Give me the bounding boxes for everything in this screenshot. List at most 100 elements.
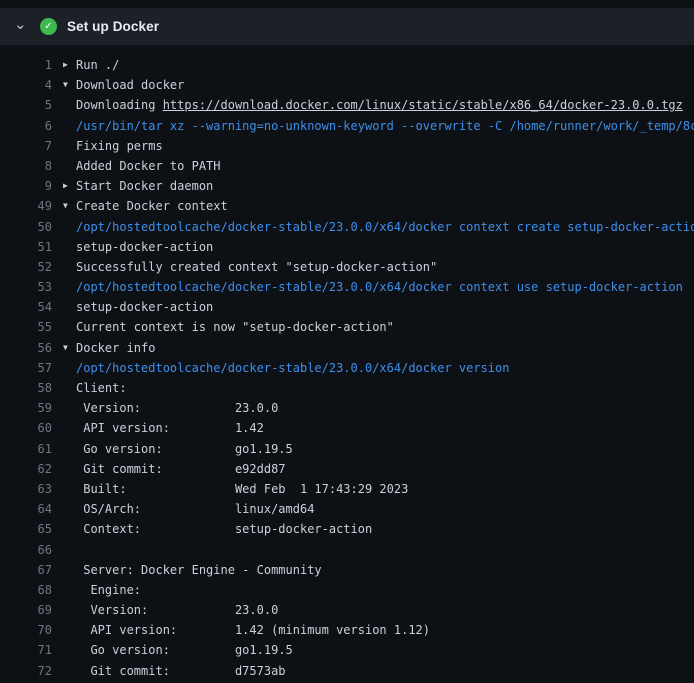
log-viewer: ⌄ ✓ Set up Docker 1▶Run ./4▼Download doc…: [0, 0, 694, 683]
line-number[interactable]: 59: [0, 398, 52, 418]
log-row: 65 Context: setup-docker-action: [0, 519, 694, 539]
arrow-spacer: [63, 661, 76, 681]
group-collapsed-icon[interactable]: ▶: [63, 176, 76, 196]
log-row: 55 Current context is now "setup-docker-a…: [0, 317, 694, 337]
log-text: Current context is now "setup-docker-act…: [76, 317, 694, 337]
log-text: Git commit: d7573ab: [76, 661, 694, 681]
group-expanded-icon[interactable]: ▼: [63, 196, 76, 216]
log-row: 54setup-docker-action: [0, 297, 694, 317]
group-title[interactable]: Create Docker context: [76, 196, 694, 216]
log-row: 68 Engine:: [0, 580, 694, 600]
check-icon: ✓: [44, 22, 52, 32]
line-number[interactable]: 69: [0, 600, 52, 620]
step-header[interactable]: ⌄ ✓ Set up Docker: [0, 8, 694, 45]
log-text: Added Docker to PATH: [76, 156, 694, 176]
line-number[interactable]: 8: [0, 156, 52, 176]
log-row: 6/usr/bin/tar xz --warning=no-unknown-ke…: [0, 116, 694, 136]
arrow-spacer: [63, 95, 76, 115]
log-text: Fixing perms: [76, 136, 694, 156]
log-row: 66: [0, 540, 694, 560]
arrow-spacer: [63, 237, 76, 257]
line-number[interactable]: 57: [0, 358, 52, 378]
log-text: Git commit: e92dd87: [76, 459, 694, 479]
line-number[interactable]: 67: [0, 560, 52, 580]
arrow-spacer: [63, 620, 76, 640]
arrow-spacer: [63, 580, 76, 600]
log-text-prefix: Downloading: [76, 98, 163, 112]
log-text: [76, 540, 694, 560]
line-number[interactable]: 52: [0, 257, 52, 277]
group-expanded-icon[interactable]: ▼: [63, 75, 76, 95]
line-number[interactable]: 63: [0, 479, 52, 499]
log-text: Server: Docker Engine - Community: [76, 560, 694, 580]
log-row: 56 ▼Docker info: [0, 338, 694, 358]
group-collapsed-icon[interactable]: ▶: [63, 55, 76, 75]
line-number[interactable]: 60: [0, 418, 52, 438]
line-number[interactable]: 1: [0, 55, 52, 75]
line-number[interactable]: 72: [0, 661, 52, 681]
arrow-spacer: [63, 459, 76, 479]
line-number[interactable]: 5: [0, 95, 52, 115]
line-number[interactable]: 66: [0, 540, 52, 560]
arrow-spacer: [63, 297, 76, 317]
log-row: 62 Git commit: e92dd87: [0, 459, 694, 479]
group-title[interactable]: Run ./: [76, 55, 694, 75]
arrow-spacer: [63, 479, 76, 499]
log-link[interactable]: https://download.docker.com/linux/static…: [163, 98, 683, 112]
line-number[interactable]: 49: [0, 196, 52, 216]
arrow-spacer: [63, 317, 76, 337]
line-number[interactable]: 56: [0, 338, 52, 358]
log-text: Successfully created context "setup-dock…: [76, 257, 694, 277]
group-title[interactable]: Download docker: [76, 75, 694, 95]
line-number[interactable]: 50: [0, 217, 52, 237]
line-number[interactable]: 51: [0, 237, 52, 257]
arrow-spacer: [63, 439, 76, 459]
log-text: Context: setup-docker-action: [76, 519, 694, 539]
log-row: 49 ▼Create Docker context: [0, 196, 694, 216]
line-number[interactable]: 9: [0, 176, 52, 196]
group-expanded-icon[interactable]: ▼: [63, 338, 76, 358]
log-row: 50/opt/hostedtoolcache/docker-stable/23.…: [0, 217, 694, 237]
log-text: /opt/hostedtoolcache/docker-stable/23.0.…: [76, 358, 694, 378]
success-status-icon: ✓: [40, 18, 57, 35]
log-row: 5 Downloading https://download.docker.com…: [0, 95, 694, 115]
line-number[interactable]: 61: [0, 439, 52, 459]
log-row: 61 Go version: go1.19.5: [0, 439, 694, 459]
log-row: 9 ▶Start Docker daemon: [0, 176, 694, 196]
log-text: API version: 1.42 (minimum version 1.12): [76, 620, 694, 640]
arrow-spacer: [63, 499, 76, 519]
line-number[interactable]: 70: [0, 620, 52, 640]
log-row: 67 Server: Docker Engine - Community: [0, 560, 694, 580]
log-text: OS/Arch: linux/amd64: [76, 499, 694, 519]
line-number[interactable]: 71: [0, 640, 52, 660]
log-row: 57/opt/hostedtoolcache/docker-stable/23.…: [0, 358, 694, 378]
log-row: 70 API version: 1.42 (minimum version 1.…: [0, 620, 694, 640]
log-row: 7 Fixing perms: [0, 136, 694, 156]
log-row: 69 Version: 23.0.0: [0, 600, 694, 620]
arrow-spacer: [63, 277, 76, 297]
log-row: 72 Git commit: d7573ab: [0, 661, 694, 681]
line-number[interactable]: 7: [0, 136, 52, 156]
line-number[interactable]: 6: [0, 116, 52, 136]
log-text: Client:: [76, 378, 694, 398]
log-row: 52 Successfully created context "setup-do…: [0, 257, 694, 277]
log-row: 53/opt/hostedtoolcache/docker-stable/23.…: [0, 277, 694, 297]
log-text: API version: 1.42: [76, 418, 694, 438]
log-row: 51setup-docker-action: [0, 237, 694, 257]
line-number[interactable]: 64: [0, 499, 52, 519]
log-row: 8 Added Docker to PATH: [0, 156, 694, 176]
group-title[interactable]: Docker info: [76, 338, 694, 358]
group-title[interactable]: Start Docker daemon: [76, 176, 694, 196]
line-number[interactable]: 54: [0, 297, 52, 317]
chevron-down-icon[interactable]: ⌄: [14, 17, 40, 32]
log-row: 71 Go version: go1.19.5: [0, 640, 694, 660]
line-number[interactable]: 55: [0, 317, 52, 337]
line-number[interactable]: 53: [0, 277, 52, 297]
line-number[interactable]: 65: [0, 519, 52, 539]
arrow-spacer: [63, 358, 76, 378]
line-number[interactable]: 58: [0, 378, 52, 398]
line-number[interactable]: 4: [0, 75, 52, 95]
log-row: 63 Built: Wed Feb 1 17:43:29 2023: [0, 479, 694, 499]
line-number[interactable]: 68: [0, 580, 52, 600]
line-number[interactable]: 62: [0, 459, 52, 479]
